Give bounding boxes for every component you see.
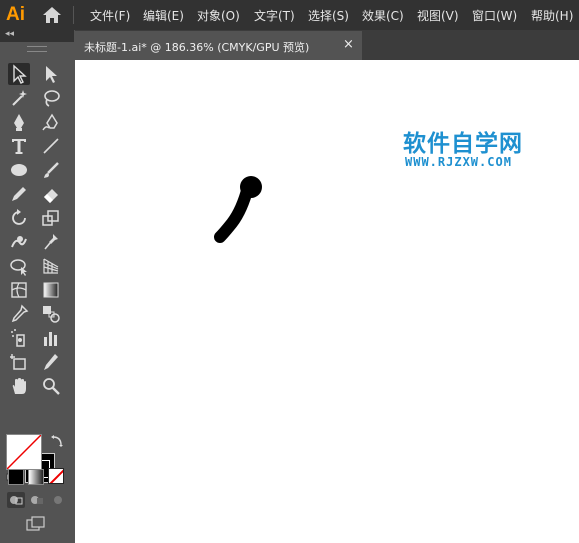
- paintbrush-tool-icon[interactable]: [40, 159, 62, 181]
- document-tab[interactable]: 未标题-1.ai* @ 186.36% (CMYK/GPU 预览) ×: [75, 31, 362, 60]
- menu-object[interactable]: 对象(O): [197, 7, 240, 24]
- menu-help[interactable]: 帮助(H): [531, 7, 573, 24]
- zoom-tool-icon[interactable]: [40, 375, 62, 397]
- type-tool-icon[interactable]: [8, 135, 30, 157]
- slice-tool-icon[interactable]: [40, 351, 62, 373]
- draw-inside-icon: [54, 496, 62, 504]
- brush-stroke-artwork[interactable]: [200, 165, 280, 255]
- menu-effect[interactable]: 效果(C): [362, 7, 404, 24]
- blend-tool-icon[interactable]: [40, 303, 62, 325]
- draw-behind-button[interactable]: [28, 492, 46, 508]
- selection-tool-icon[interactable]: [8, 63, 30, 85]
- home-icon[interactable]: [42, 6, 62, 24]
- puppet-warp-tool-icon[interactable]: [40, 231, 62, 253]
- shape-builder-tool-icon[interactable]: [8, 255, 30, 277]
- menu-window[interactable]: 窗口(W): [472, 7, 517, 24]
- tools-panel-header: ◂◂: [0, 29, 74, 42]
- magic-wand-tool-icon[interactable]: [8, 87, 30, 109]
- column-graph-tool-icon[interactable]: [40, 327, 62, 349]
- draw-normal-icon: [10, 496, 23, 505]
- tools-panel: ◂◂: [0, 29, 74, 543]
- none-mode-button[interactable]: [48, 468, 64, 484]
- gradient-tool-icon[interactable]: [40, 279, 62, 301]
- pen-tool-icon[interactable]: [8, 111, 30, 133]
- none-icon: [49, 469, 63, 483]
- menu-divider: [73, 6, 74, 24]
- symbol-sprayer-tool-icon[interactable]: [8, 327, 30, 349]
- mesh-tool-icon[interactable]: [8, 279, 30, 301]
- scale-tool-icon[interactable]: [40, 207, 62, 229]
- none-fill-icon: [7, 435, 41, 469]
- color-mode-button[interactable]: [8, 469, 24, 485]
- watermark-url: WWW.RJZXW.COM: [405, 155, 512, 169]
- fill-swatch[interactable]: [6, 434, 42, 470]
- draw-normal-button[interactable]: [7, 492, 25, 508]
- document-tab-bar: 未标题-1.ai* @ 186.36% (CMYK/GPU 预览) ×: [75, 30, 579, 60]
- swap-fill-stroke-icon[interactable]: [50, 434, 64, 448]
- rotate-tool-icon[interactable]: [8, 207, 30, 229]
- close-icon[interactable]: ×: [343, 37, 354, 52]
- menu-edit[interactable]: 编辑(E): [143, 7, 184, 24]
- change-screen-mode-button[interactable]: [25, 515, 47, 533]
- curvature-tool-icon[interactable]: [40, 111, 62, 133]
- watermark-chinese: 软件自学网: [403, 131, 523, 157]
- eyedropper-tool-icon[interactable]: [8, 303, 30, 325]
- hand-tool-icon[interactable]: [8, 375, 30, 397]
- pencil-tool-icon[interactable]: [8, 183, 30, 205]
- direct-selection-tool-icon[interactable]: [40, 63, 62, 85]
- draw-behind-icon: [31, 496, 43, 504]
- gradient-mode-button[interactable]: [28, 469, 44, 485]
- warp-tool-icon[interactable]: [8, 231, 30, 253]
- menu-view[interactable]: 视图(V): [417, 7, 459, 24]
- ellipse-tool-icon[interactable]: [8, 159, 30, 181]
- eraser-tool-icon[interactable]: [40, 183, 62, 205]
- menu-type[interactable]: 文字(T): [254, 7, 295, 24]
- perspective-grid-tool-icon[interactable]: [40, 255, 62, 277]
- lasso-tool-icon[interactable]: [40, 87, 62, 109]
- line-segment-tool-icon[interactable]: [40, 135, 62, 157]
- draw-inside-button[interactable]: [49, 492, 67, 508]
- menu-select[interactable]: 选择(S): [308, 7, 349, 24]
- document-tab-title: 未标题-1.ai* @ 186.36% (CMYK/GPU 预览): [84, 41, 310, 54]
- menu-file[interactable]: 文件(F): [90, 7, 130, 24]
- menu-bar: Ai 文件(F) 编辑(E) 对象(O) 文字(T) 选择(S) 效果(C) 视…: [0, 0, 579, 30]
- screen-mode-icon: [26, 516, 45, 531]
- collapse-icon[interactable]: ◂◂: [5, 29, 14, 39]
- artboard-tool-icon[interactable]: [8, 351, 30, 373]
- panel-grip[interactable]: [27, 46, 47, 52]
- app-logo: Ai: [6, 4, 25, 25]
